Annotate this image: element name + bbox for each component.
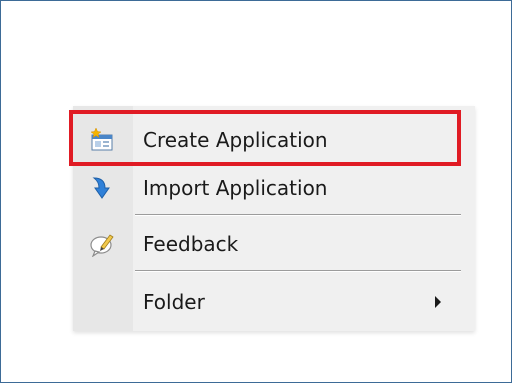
feedback-pencil-icon [87, 229, 117, 259]
menu-item-folder[interactable]: Folder [73, 276, 475, 328]
menu-item-label: Import Application [143, 176, 328, 200]
menu-item-label: Folder [143, 290, 205, 314]
context-menu: Create Application Import Application Fe… [73, 106, 475, 331]
import-arrow-icon [87, 173, 117, 203]
menu-item-feedback[interactable]: Feedback [73, 218, 475, 270]
menu-item-label: Create Application [143, 128, 328, 152]
menu-item-import-application[interactable]: Import Application [73, 162, 475, 214]
menu-separator [135, 214, 461, 216]
submenu-arrow-icon [435, 296, 441, 308]
menu-separator [135, 270, 461, 272]
create-application-icon [87, 125, 117, 155]
menu-item-label: Feedback [143, 232, 239, 256]
menu-item-create-application[interactable]: Create Application [73, 114, 475, 166]
